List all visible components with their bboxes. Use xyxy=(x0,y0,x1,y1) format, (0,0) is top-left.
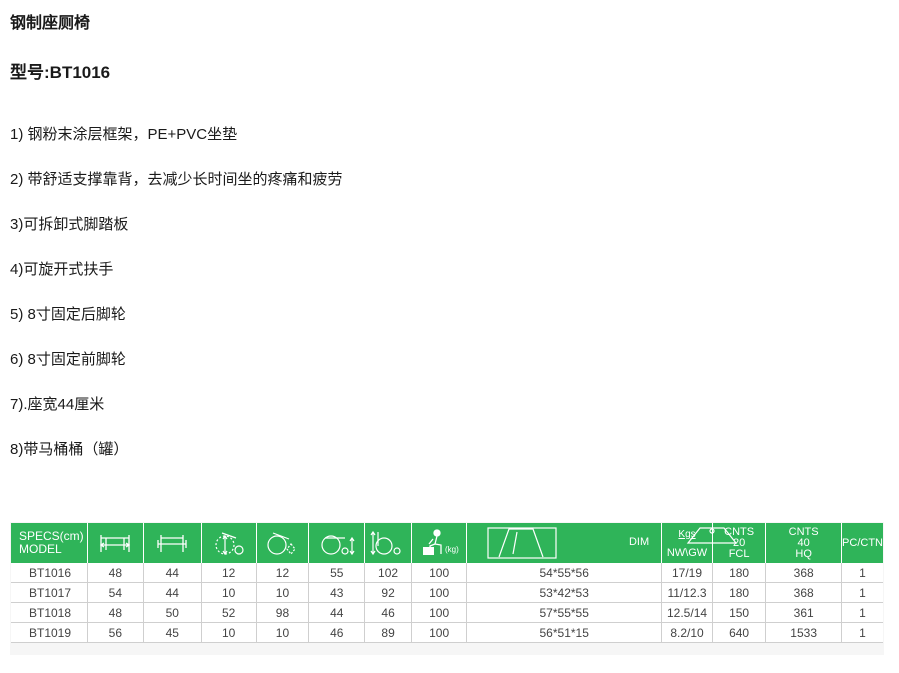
overall-width-cell: 54 xyxy=(87,582,144,603)
pcctn-cell: 1 xyxy=(841,582,883,603)
specs-header: SPECS(cm) MODEL xyxy=(11,523,88,563)
cnts40-cell: 361 xyxy=(765,602,842,623)
cnts20-cell: 180 xyxy=(711,563,766,583)
overall-height-cell: 102 xyxy=(364,563,412,583)
max-load-cell: 100 xyxy=(410,582,467,603)
table-row: BT1018 48 50 52 98 44 46 100 57*55*55 12.5/14 150 3… xyxy=(11,602,883,623)
load-unit: (kg) xyxy=(445,545,459,554)
front-wheel-icon xyxy=(255,523,309,563)
weight-cell: 11/12.3 xyxy=(661,582,713,603)
rear-wheel-icon xyxy=(200,523,257,563)
cnts20-cell: 150 xyxy=(711,602,766,623)
overall-height-cell: 89 xyxy=(364,622,412,643)
feature-item: 8)带马桶桶（罐） xyxy=(10,441,129,458)
seat-width-cell: 50 xyxy=(142,602,202,623)
cnts40-cell: 1533 xyxy=(765,622,842,643)
table-row: BT1016 48 44 12 12 55 102 100 54*55*56 17/19 180 36… xyxy=(11,563,883,583)
pcctn-cell: 1 xyxy=(841,563,883,583)
weight-cell: 12.5/14 xyxy=(661,602,713,623)
nwgw-label: NW\GW xyxy=(666,547,708,559)
feature-item: 7).座宽44厘米 xyxy=(10,396,105,413)
front-wheel-cell: 12 xyxy=(255,563,309,583)
seat-height-icon xyxy=(308,523,365,563)
overall-width-icon xyxy=(87,523,144,563)
cnts40-header: CNTS 40 HQ xyxy=(765,523,842,563)
model-cell: BT1017 xyxy=(11,582,88,603)
feature-item: 6) 8寸固定前脚轮 xyxy=(10,351,126,368)
rear-wheel-cell: 52 xyxy=(200,602,257,623)
max-load-icon: (kg) xyxy=(410,523,467,563)
table-row: BT1017 54 44 10 10 43 92 100 53*42*53 11/12.3 180 3… xyxy=(11,582,883,603)
max-load-cell: 100 xyxy=(410,563,467,583)
feature-item: 1) 钢粉末涂层框架，PE+PVC坐垫 xyxy=(10,126,238,143)
seat-width-cell: 44 xyxy=(142,582,202,603)
pcctn-header: PC/CTN xyxy=(841,523,883,563)
seat-width-cell: 44 xyxy=(142,563,202,583)
cnts20-line3: FCL xyxy=(728,547,750,560)
cnts20-cell: 640 xyxy=(711,622,766,643)
model-label: MODEL xyxy=(19,542,62,556)
dim-cell: 57*55*55 xyxy=(466,602,662,623)
cnts40-line2: 40 xyxy=(797,536,810,549)
feature-item: 2) 带舒适支撑靠背，去减少长时间坐的疼痛和疲劳 xyxy=(10,171,343,188)
seat-height-cell: 46 xyxy=(308,622,365,643)
weight-header: Kgs NW\GW xyxy=(661,523,738,563)
dim-cell: 53*42*53 xyxy=(466,582,662,603)
feature-item: 4)可旋开式扶手 xyxy=(10,261,114,278)
dim-cell: 54*55*56 xyxy=(466,563,662,583)
max-load-cell: 100 xyxy=(410,602,467,623)
pcctn-cell: 1 xyxy=(841,622,883,643)
weight-cell: 17/19 xyxy=(661,563,713,583)
seat-height-cell: 55 xyxy=(308,563,365,583)
seat-height-cell: 43 xyxy=(308,582,365,603)
rear-wheel-cell: 12 xyxy=(200,563,257,583)
cnts20-cell: 180 xyxy=(711,582,766,603)
overall-width-cell: 56 xyxy=(87,622,144,643)
overall-width-cell: 48 xyxy=(87,602,144,623)
product-title: 钢制座厕椅 xyxy=(10,15,91,32)
model-cell: BT1016 xyxy=(11,563,88,583)
spec-table: SPECS(cm) MODEL (kg) DIM Kgs NW\GW CNTS … xyxy=(11,523,883,643)
weight-cell: 8.2/10 xyxy=(661,622,713,643)
rear-wheel-cell: 10 xyxy=(200,582,257,603)
pcctn-cell: 1 xyxy=(841,602,883,623)
max-load-cell: 100 xyxy=(410,622,467,643)
cnts40-cell: 368 xyxy=(765,563,842,583)
table-header-row: SPECS(cm) MODEL (kg) DIM Kgs NW\GW CNTS … xyxy=(11,523,883,563)
front-wheel-cell: 98 xyxy=(255,602,309,623)
dim-label: DIM xyxy=(628,536,650,548)
overall-height-icon xyxy=(364,523,412,563)
seat-height-cell: 44 xyxy=(308,602,365,623)
model-heading: 型号:BT1016 xyxy=(10,63,111,82)
rear-wheel-cell: 10 xyxy=(200,622,257,643)
cnts40-line1: CNTS xyxy=(788,525,819,538)
front-wheel-cell: 10 xyxy=(255,582,309,603)
overall-height-cell: 92 xyxy=(364,582,412,603)
overall-width-cell: 48 xyxy=(87,563,144,583)
kgs-label: Kgs xyxy=(678,529,696,540)
seat-width-cell: 45 xyxy=(142,622,202,643)
dim-cell: 56*51*15 xyxy=(466,622,662,643)
cnts40-cell: 368 xyxy=(765,582,842,603)
seat-width-icon xyxy=(142,523,202,563)
model-cell: BT1019 xyxy=(11,622,88,643)
dim-header: DIM xyxy=(466,523,662,563)
table-row: BT1019 56 45 10 10 46 89 100 56*51*15 8.2/10 640 15… xyxy=(11,622,883,643)
model-cell: BT1018 xyxy=(11,602,88,623)
spec-table-container: SPECS(cm) MODEL (kg) DIM Kgs NW\GW CNTS … xyxy=(10,522,884,655)
feature-item: 3)可拆卸式脚踏板 xyxy=(10,216,129,233)
front-wheel-cell: 10 xyxy=(255,622,309,643)
feature-list: 1) 钢粉末涂层框架，PE+PVC坐垫 2) 带舒适支撑靠背，去减少长时间坐的疼… xyxy=(10,126,343,486)
feature-item: 5) 8寸固定后脚轮 xyxy=(10,306,126,323)
cnts40-line3: HQ xyxy=(795,547,812,560)
overall-height-cell: 46 xyxy=(364,602,412,623)
